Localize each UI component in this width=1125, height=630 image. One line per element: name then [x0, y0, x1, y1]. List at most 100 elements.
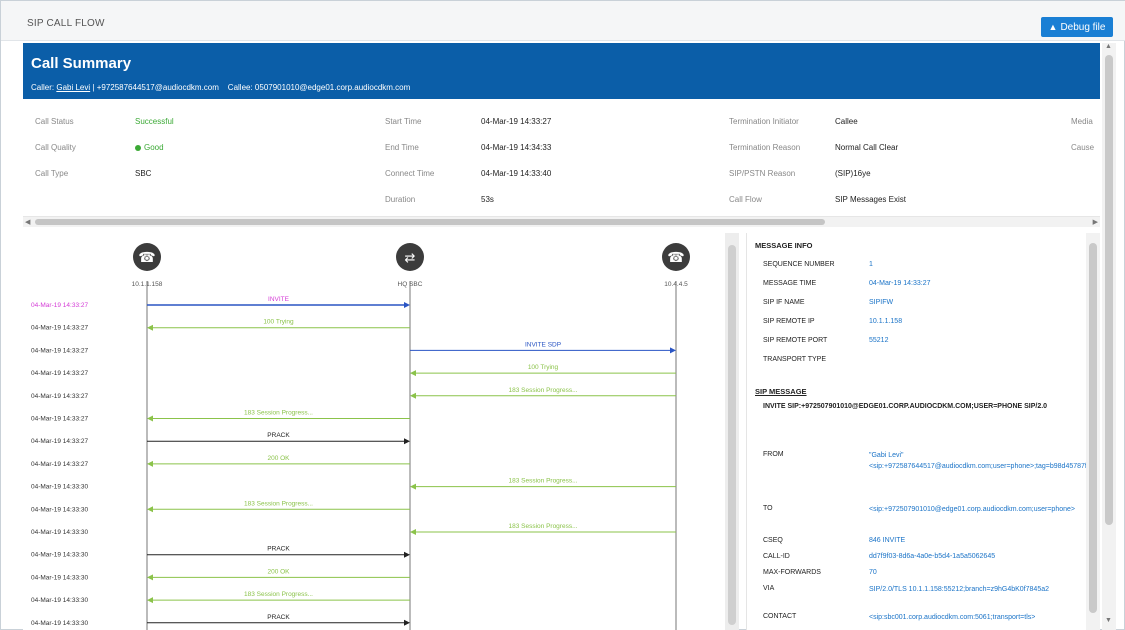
sip-message-title: SIP MESSAGE — [755, 387, 807, 396]
info-value: (SIP)16ye — [835, 169, 871, 178]
message-timestamp: 04-Mar-19 14:33:27 — [31, 347, 88, 354]
message-label: 100 Trying — [528, 364, 559, 371]
message-label: 183 Session Progress... — [508, 387, 577, 394]
message-label: INVITE SDP — [525, 341, 561, 348]
sip-header-value: 70 — [869, 569, 877, 576]
msg-info-key: SEQUENCE NUMBER — [763, 261, 835, 268]
message-timestamp: 04-Mar-19 14:33:30 — [31, 529, 88, 536]
sip-header-key: CONTACT — [763, 613, 797, 620]
message-label: 183 Session Progress... — [244, 500, 313, 507]
main-vertical-scrollbar[interactable]: ▲ ▼ — [1102, 43, 1116, 630]
message-arrowhead — [147, 574, 153, 581]
scrollbar-thumb[interactable] — [728, 245, 736, 625]
info-value: Successful — [135, 117, 174, 126]
message-timestamp: 04-Mar-19 14:33:30 — [31, 552, 88, 559]
info-key: Start Time — [385, 117, 422, 126]
sip-header-value: "Gabi Levi"<sip:+972587644517@audiocdkm.… — [869, 452, 1086, 470]
scroll-right-icon[interactable]: ▶ — [1093, 218, 1098, 226]
info-key: End Time — [385, 143, 419, 152]
message-details-panel: MESSAGE INFO SEQUENCE NUMBER 1 MESSAGE T… — [746, 233, 1086, 630]
user-download-icon: ▲ — [1048, 22, 1058, 32]
quality-good-icon — [135, 144, 141, 151]
info-cause: Cause — [1071, 143, 1094, 152]
info-key: Cause — [1071, 143, 1095, 152]
call-flow-svg: ☎ 10.1.1.158 ⇄ HQ SBC ☎ 10.4.4.5 04-Mar-19 14:… — [31, 243, 690, 630]
message-label: INVITE — [268, 296, 290, 303]
msg-info-key: MESSAGE TIME — [763, 280, 817, 287]
message-label: PRACK — [267, 546, 290, 553]
call-flow-diagram: ☎ 10.1.1.158 ⇄ HQ SBC ☎ 10.4.4.5 04-Mar-19 14:… — [23, 233, 725, 630]
message-label: 200 OK — [267, 455, 290, 462]
message-timestamp: 04-Mar-19 14:33:27 — [31, 302, 88, 309]
info-call-type: Call Type SBC — [35, 169, 151, 178]
callee-info: Callee: 0507901010@edge01.corp.audiocdkm… — [227, 83, 411, 92]
info-value: 04-Mar-19 14:33:40 — [481, 169, 552, 178]
message-arrowhead — [404, 551, 410, 558]
msg-info-key: SIP REMOTE PORT — [763, 337, 828, 344]
message-timestamp: 04-Mar-19 14:33:27 — [31, 370, 88, 377]
info-value: 53s — [481, 195, 494, 204]
info-termination-initiator: Termination Initiator Callee — [729, 117, 858, 126]
scroll-down-icon[interactable]: ▼ — [1105, 617, 1112, 624]
message-label: 100 Trying — [263, 319, 294, 326]
message-timestamp: 04-Mar-19 14:33:27 — [31, 461, 88, 468]
msg-info-value: 10.1.1.158 — [869, 318, 903, 325]
info-termination-reason: Termination Reason Normal Call Clear — [729, 143, 898, 152]
phone-glyph: ☎ — [138, 250, 155, 266]
msg-info-key: TRANSPORT TYPE — [763, 356, 827, 363]
msg-info-value: 1 — [869, 261, 873, 268]
sip-header-key: TO — [763, 505, 773, 512]
info-key: Termination Reason — [729, 143, 801, 152]
scrollbar-thumb[interactable] — [1105, 55, 1113, 525]
sip-header-value: dd7f9f03-8d6a-4a0e-b5d4-1a5a5062645 — [869, 553, 996, 560]
message-label: 200 OK — [267, 568, 290, 575]
message-label: 183 Session Progress... — [508, 523, 577, 530]
sip-header-key: MAX-FORWARDS — [763, 569, 821, 576]
endpoint-label: 10.1.1.158 — [132, 281, 163, 288]
scrollbar-thumb[interactable] — [35, 219, 825, 225]
message-label: PRACK — [267, 432, 290, 439]
message-arrowhead — [147, 324, 153, 331]
caller-name-link[interactable]: Gabi Levi — [56, 83, 90, 92]
message-timestamp: 04-Mar-19 14:33:30 — [31, 574, 88, 581]
message-info-title: MESSAGE INFO — [755, 241, 813, 250]
quality-value: Good — [144, 143, 164, 152]
msg-info-value: SIPIFW — [869, 299, 894, 306]
sbc-glyph: ⇄ — [405, 251, 416, 266]
call-summary-header: Call Summary Caller: Gabi Levi | +972587… — [23, 43, 1100, 99]
caller-uri: | +972587644517@audiocdkm.com — [92, 83, 219, 92]
info-value: Normal Call Clear — [835, 143, 899, 152]
info-value: SIP Messages Exist — [835, 195, 906, 204]
sip-invite-line: INVITE SIP:+972507901010@EDGE01.CORP.AUD… — [763, 403, 1048, 410]
message-arrowhead — [147, 460, 153, 467]
msg-info-key: SIP IF NAME — [763, 299, 805, 306]
phone-glyph: ☎ — [667, 250, 684, 266]
info-call-quality: Call Quality Good — [35, 143, 164, 152]
info-duration: Duration 53s — [385, 195, 494, 204]
info-value: 04-Mar-19 14:34:33 — [481, 143, 552, 152]
info-sip-pstn-reason: SIP/PSTN Reason (SIP)16ye — [729, 169, 871, 178]
message-timestamp: 04-Mar-19 14:33:27 — [31, 416, 88, 423]
scroll-left-icon[interactable]: ◀ — [25, 218, 30, 226]
top-bar: SIP CALL FLOW ▲ Debug file — [1, 1, 1125, 41]
scrollbar-thumb[interactable] — [1089, 243, 1097, 613]
info-key: Termination Initiator — [729, 117, 799, 126]
message-arrowhead — [410, 392, 416, 399]
info-horizontal-scrollbar[interactable]: ◀ ▶ — [23, 217, 1100, 227]
info-value: Good — [135, 143, 164, 152]
message-label: 183 Session Progress... — [244, 591, 313, 598]
sip-header-key: CSEQ — [763, 537, 783, 544]
message-timestamp: 04-Mar-19 14:33:30 — [31, 484, 88, 491]
msg-info-value: 04-Mar-19 14:33:27 — [869, 280, 931, 287]
message-timestamp: 04-Mar-19 14:33:30 — [31, 620, 88, 627]
details-vertical-scrollbar[interactable] — [1086, 233, 1100, 630]
scroll-up-icon[interactable]: ▲ — [1105, 43, 1112, 50]
endpoint-label: HQ SBC — [398, 281, 423, 288]
flow-vertical-scrollbar[interactable] — [725, 233, 739, 630]
message-arrowhead — [410, 529, 416, 535]
call-info-grid: Call Status Successful Call Quality Good… — [23, 99, 1100, 217]
debug-file-label: Debug file — [1060, 21, 1106, 33]
sip-header-value: <sip:sbc001.corp.audiocdkm.com:5061;tran… — [869, 614, 1036, 621]
debug-file-button[interactable]: ▲ Debug file — [1041, 17, 1113, 37]
sip-header-value: SIP/2.0/TLS 10.1.1.158:55212;branch=z9hG… — [869, 586, 1050, 593]
